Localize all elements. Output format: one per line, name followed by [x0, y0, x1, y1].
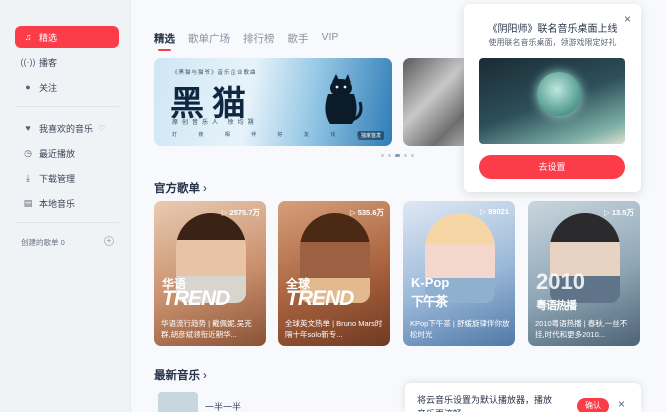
heart-mode-icon[interactable]: ♡ — [98, 124, 105, 133]
created-playlists-label[interactable]: 创建的歌单 0 — [21, 237, 65, 248]
sidebar-item-liked-music[interactable]: ♥ 我喜欢的音乐 ♡ — [15, 117, 119, 139]
carousel-dot[interactable] — [404, 154, 407, 157]
sidebar-divider — [15, 222, 119, 223]
banner-small-text: 《黑猫与猫爷》音乐企业歌曲 — [172, 70, 257, 76]
sidebar-item-recent[interactable]: ◷ 最近播放 — [15, 142, 119, 164]
download-icon: ⤓ — [26, 172, 30, 183]
section-title: 最新音乐 — [154, 370, 200, 382]
folder-icon: ▤ — [23, 197, 33, 208]
default-player-toast: 将云音乐设置为默认播放器，播放音乐更流畅 确认 × — [405, 383, 641, 412]
sidebar-item-follow[interactable]: ● 关注 — [15, 76, 119, 98]
banner-slide[interactable]: 《黑猫与猫爷》音乐企业歌曲 黑猫 原创音乐人 徐均朔 灯 夜 相 伴 好 友 伐… — [154, 58, 392, 146]
popup-subtitle: 使用联名音乐桌面，领游戏限定好礼 — [488, 38, 617, 47]
new-song-cover[interactable] — [158, 392, 198, 412]
sidebar-item-label: 下载管理 — [39, 173, 76, 184]
chat-icon: ● — [25, 82, 31, 92]
tab-vip[interactable]: VIP — [322, 31, 339, 46]
promo-popup: × 《阴阳师》联名音乐桌面上线 使用联名音乐桌面，领游戏限定好礼 去设置 — [464, 4, 641, 192]
new-song-name[interactable]: 一半一半 — [205, 400, 241, 412]
carousel-dots[interactable] — [381, 154, 414, 157]
sidebar-item-downloads[interactable]: ⤓ 下载管理 — [15, 167, 119, 189]
cover-title-line1: K-Pop — [411, 275, 450, 290]
playlist-description: 2010粤语热播 | 春秋,一丝不挂,时代和更多2010... — [535, 319, 628, 339]
sidebar-item-label: 关注 — [39, 82, 58, 93]
chevron-right-icon: › — [203, 183, 207, 195]
banner-tag: 独家首发 — [357, 131, 384, 140]
clock-icon: ◷ — [24, 147, 32, 158]
new-music-heading[interactable]: 最新音乐 › — [154, 367, 207, 383]
add-playlist-icon[interactable]: + — [104, 236, 114, 246]
tab-playlist-square[interactable]: 歌单广场 — [188, 31, 230, 46]
play-count: ▷ 2575.7万 — [221, 208, 260, 217]
cover-title-line1: 2010 — [536, 269, 585, 294]
play-count: ▷ 89021 — [480, 207, 509, 216]
carousel-dot[interactable] — [381, 154, 384, 157]
playlist-card-chinese[interactable]: ▷ 2575.7万 华语 TREND 华语流行趋势 | 戴佩妮,吴克群,胡彦斌领… — [154, 201, 266, 346]
playlist-card-global[interactable]: ▷ 535.6万 全球 TREND 全球英文热单 | Bruno Mars时隔十… — [278, 201, 390, 346]
sidebar-item-podcast[interactable]: ((·)) 播客 — [15, 51, 119, 73]
sidebar-item-local-music[interactable]: ▤ 本地音乐 — [15, 192, 119, 214]
carousel-dot[interactable] — [411, 154, 414, 157]
cat-illustration-icon — [325, 74, 363, 124]
sidebar-item-label: 我喜欢的音乐 — [39, 123, 94, 134]
playlist-card-cantonese[interactable]: ▷ 13.5万 2010 粤语热播 2010粤语热播 | 春秋,一丝不挂,时代和… — [528, 201, 640, 346]
playlist-description: 华语流行趋势 | 戴佩妮,吴克群,胡彦斌领衔近期华... — [161, 319, 252, 339]
toast-text: 将云音乐设置为默认播放器，播放音乐更流畅 — [417, 395, 553, 412]
cover-title-line2: 下午茶 — [411, 294, 448, 309]
official-playlists-heading[interactable]: 官方歌单 › — [154, 180, 207, 196]
carousel-dot[interactable] — [388, 154, 391, 157]
cover-title-line2: TREND — [162, 287, 230, 310]
podcast-icon: ((·)) — [20, 57, 36, 67]
cover-title-line2: 粤语热播 — [536, 300, 577, 312]
sidebar-item-featured[interactable]: ♫ 精选 — [15, 26, 119, 48]
sidebar: ♫ 精选 ((·)) 播客 ● 关注 ♥ 我喜欢的音乐 ♡ ◷ 最近播放 ⤓ 下… — [0, 0, 131, 412]
music-note-icon: ♫ — [24, 32, 32, 42]
playlist-description: KPop下午茶 | 舒缓旋律伴你放松时光 — [410, 319, 510, 339]
tab-bar: 精选 歌单广场 排行榜 歌手 VIP — [154, 31, 351, 51]
play-count: ▷ 13.5万 — [604, 208, 634, 217]
sidebar-divider — [15, 106, 119, 107]
sidebar-item-label: 最近播放 — [39, 148, 76, 159]
go-settings-button[interactable]: 去设置 — [479, 155, 625, 179]
banner-subtitle: 原创音乐人 徐均朔 — [172, 120, 258, 126]
chevron-right-icon: › — [203, 370, 207, 382]
tab-charts[interactable]: 排行榜 — [243, 31, 275, 46]
section-title: 官方歌单 — [154, 183, 200, 195]
tab-featured[interactable]: 精选 — [154, 31, 175, 51]
cover-title-line2: TREND — [286, 287, 354, 310]
moon-illustration-icon — [537, 72, 581, 116]
heart-icon: ♥ — [25, 123, 31, 133]
carousel-dot-active[interactable] — [395, 154, 400, 157]
play-count: ▷ 535.6万 — [349, 208, 384, 217]
close-icon[interactable]: × — [618, 397, 625, 411]
playlist-card-kpop[interactable]: ▷ 89021 K-Pop 下午茶 KPop下午茶 | 舒缓旋律伴你放松时光 — [403, 201, 515, 346]
popup-title: 《阴阳师》联名音乐桌面上线 — [487, 24, 618, 35]
sidebar-item-label: 本地音乐 — [39, 198, 76, 209]
tab-artists[interactable]: 歌手 — [288, 31, 309, 46]
sidebar-item-label: 播客 — [39, 57, 58, 68]
playlist-description: 全球英文热单 | Bruno Mars时隔十年solo新专... — [285, 319, 383, 339]
sidebar-item-label: 精选 — [39, 32, 58, 43]
confirm-button[interactable]: 确认 — [577, 398, 609, 412]
popup-preview-image — [479, 58, 625, 144]
banner-line: 灯 夜 相 伴 好 友 伐 依 — [172, 132, 372, 138]
